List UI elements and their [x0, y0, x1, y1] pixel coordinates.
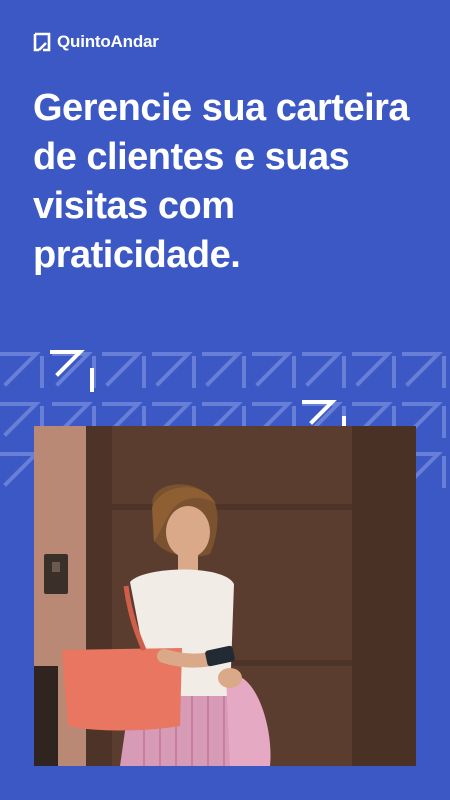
brand-name: QuintoAndar — [57, 32, 159, 51]
brand-logo: QuintoAndar — [33, 32, 159, 52]
quintoandar-logo-icon — [33, 32, 51, 52]
hero-photo — [34, 426, 416, 766]
onboarding-screen: QuintoAndar Gerencie sua carteira de cli… — [0, 0, 450, 800]
page-title: Gerencie sua carteira de clientes e suas… — [33, 87, 410, 276]
